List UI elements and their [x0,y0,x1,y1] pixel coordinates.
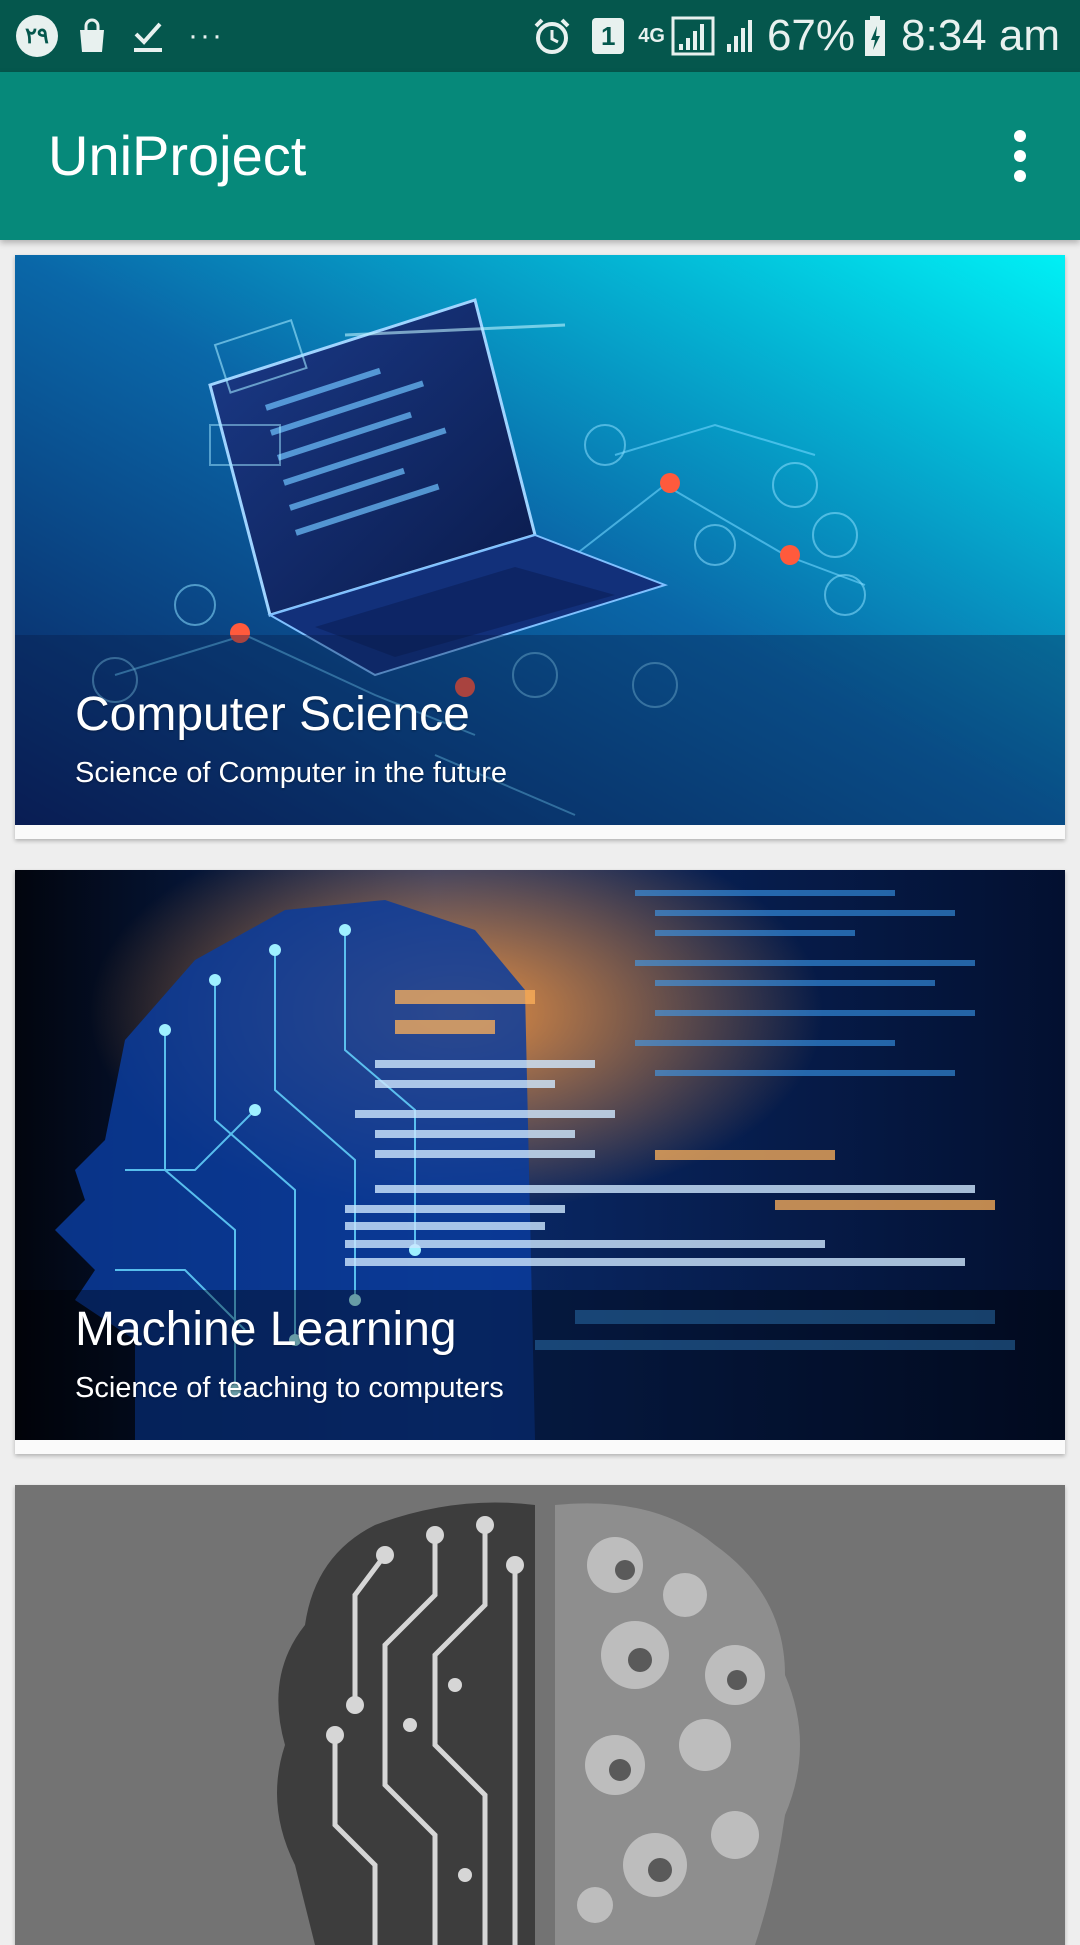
status-bar-notifications: ۲۹ ··· [16,12,224,60]
card-title: Computer Science [75,688,470,741]
alarm-icon [530,14,574,58]
overflow-dot [1014,170,1026,182]
overflow-dot [1014,130,1026,142]
app-title: UniProject [48,124,307,187]
shopping-bag-icon [72,16,112,56]
status-bar-system: 1 4G 67% 8:34 am [530,8,1060,64]
notification-badge-icon: ۲۹ [16,15,58,57]
course-card-brain[interactable] [15,1485,1065,1945]
download-done-icon [130,16,166,56]
card-subtitle: Science of teaching to computers [75,1372,504,1404]
course-card-machine-learning[interactable]: Machine Learning Science of teaching to … [15,870,1065,1454]
circuit-brain-image [15,1485,1065,1945]
signal-icon [671,14,761,58]
network-type-indicator: 4G [638,26,665,46]
network-type-label: 4G [638,25,665,47]
card-subtitle: Science of Computer in the future [75,757,508,789]
course-card-computer-science[interactable]: Computer Science Science of Computer in … [15,255,1065,839]
app-bar: UniProject [0,72,1080,240]
battery-icon [863,14,887,58]
battery-percent: 67% [766,11,856,60]
overflow-dot [1014,150,1026,162]
more-vert-icon[interactable] [984,120,1056,192]
more-notifications-icon: ··· [188,19,224,52]
status-time: 8:34 am [901,11,1060,60]
card-title: Machine Learning [75,1303,457,1356]
sim-slot-icon: 1 [592,18,625,54]
status-bar: ۲۹ ··· 1 4G 67% 8:34 am [0,0,1080,72]
